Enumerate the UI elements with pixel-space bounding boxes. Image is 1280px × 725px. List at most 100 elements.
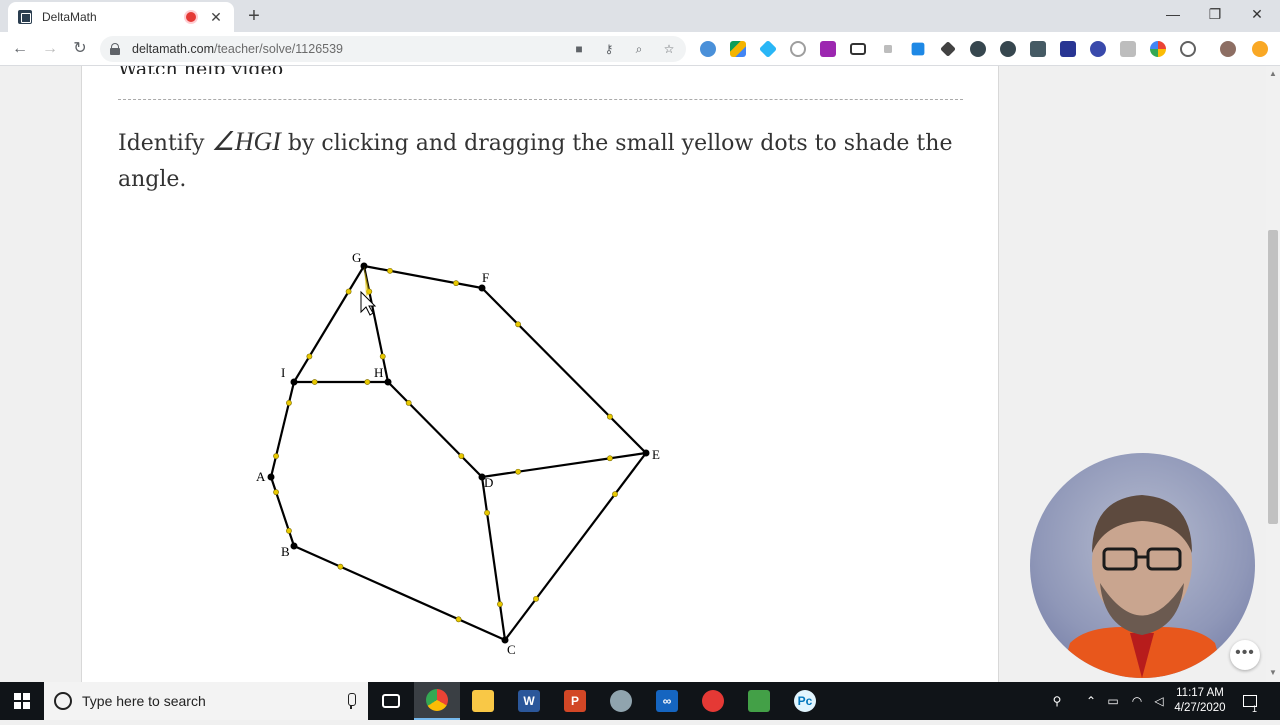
battery-icon[interactable]: ▭ [1104,682,1122,720]
yellow-drag-handle[interactable] [515,321,521,328]
yellow-drag-handle[interactable] [311,379,318,385]
yellow-drag-handle[interactable] [607,413,613,420]
yellow-drag-handle[interactable] [612,491,618,498]
profile-avatar[interactable] [1220,41,1236,57]
system-clock[interactable]: 11:17 AM 4/27/2020 [1168,686,1232,716]
extension-diamond-icon[interactable] [758,39,778,59]
scroll-up-arrow-icon[interactable]: ▲ [1269,69,1277,78]
back-arrow-icon[interactable]: ← [8,37,32,61]
new-tab-button[interactable]: + [244,4,264,28]
yellow-drag-handle[interactable] [364,379,371,385]
presenter-video [1060,495,1225,678]
point-label-I: I [281,365,285,380]
scrollbar[interactable]: ▲ ▼ [1266,66,1280,682]
yellow-drag-handle[interactable] [607,455,613,462]
google-drive-icon[interactable] [730,41,746,57]
show-hidden-icons-chevron-icon[interactable]: ⌃ [1082,682,1100,720]
update-alert-icon[interactable] [1252,41,1268,57]
forward-arrow-icon[interactable]: → [38,37,62,61]
extension-shield-icon[interactable] [970,41,986,57]
restore-button[interactable]: ❐ [1192,0,1238,30]
cast-screen-icon[interactable] [850,43,866,55]
taskbar-app-green[interactable] [736,682,782,720]
segment-HD [387,381,483,478]
point-label-F: F [482,270,489,285]
yellow-drag-handle[interactable] [453,280,459,287]
yellow-drag-handle[interactable] [273,453,279,459]
scrollbar-thumb[interactable] [1268,230,1278,524]
extension-spiral-icon[interactable] [1180,41,1196,57]
extension-shield-2-icon[interactable] [1000,41,1016,57]
extension-gray-icon[interactable] [1120,41,1136,57]
browser-tab[interactable]: DeltaMath ✕ [8,2,234,32]
notification-count: 1 [1252,704,1258,714]
extension-puzzle-icon[interactable] [820,41,836,57]
point-label-C: C [507,642,516,657]
yellow-drag-handle[interactable] [515,468,521,475]
extension-rocket-icon[interactable] [940,41,956,57]
yellow-drag-handle[interactable] [533,595,539,602]
taskbar-chrome[interactable] [414,682,460,720]
point-B [290,542,298,550]
extension-text-icon[interactable] [1060,41,1076,57]
taskbar-app-red[interactable] [690,682,736,720]
wifi-icon[interactable]: ◠ [1126,682,1148,720]
extension-square-icon[interactable] [884,45,892,53]
green-app-icon [748,690,770,712]
pc-app-icon: Pc [794,690,816,712]
address-bar[interactable]: deltamath.com/teacher/solve/1126539 ■ ⚷ … [100,36,686,62]
yellow-drag-handle[interactable] [458,453,465,459]
volume-icon[interactable]: ◁ [1150,682,1168,720]
segment-CE [504,452,647,641]
bookmark-star-icon[interactable]: ☆ [662,42,676,56]
yellow-drag-handle[interactable] [337,563,344,570]
yellow-drag-handle[interactable] [497,601,503,608]
point-E [642,449,650,457]
people-icon[interactable]: ⚲ [1046,682,1068,720]
taskbar-file-explorer[interactable] [460,682,506,720]
taskbar-powerpoint[interactable]: P [552,682,598,720]
extension-color-icon[interactable] [1150,41,1166,57]
yellow-drag-handle[interactable] [273,489,279,496]
zoom-icon[interactable]: ⌕ [632,42,646,56]
windows-start-button[interactable] [0,682,44,720]
yellow-drag-handle[interactable] [345,288,352,295]
microphone-icon[interactable] [346,693,356,709]
extension-k-icon[interactable] [1090,41,1106,57]
camera-icon[interactable]: ■ [572,42,586,56]
tab-close-button[interactable]: ✕ [208,9,224,26]
tab-title: DeltaMath [42,10,97,24]
yellow-drag-handle[interactable] [286,399,292,406]
minimize-button[interactable]: — [1150,0,1196,30]
yellow-drag-handle[interactable] [387,267,393,274]
reload-icon[interactable]: ↻ [68,37,92,61]
extension-clock-icon[interactable] [790,41,806,57]
infinity-app-icon: ∞ [656,690,678,712]
geometry-diagram[interactable]: G F I H A B D E C [83,66,998,682]
url-text: deltamath.com/teacher/solve/1126539 [132,42,344,56]
taskbar-word[interactable]: W [506,682,552,720]
yellow-drag-handle[interactable] [405,399,412,406]
extension-broadcast-icon[interactable] [700,41,716,57]
webcam-more-options-button[interactable]: ••• [1230,640,1260,670]
tab-strip: DeltaMath ✕ + — ❐ ✕ [0,0,1280,32]
segment-AB [269,476,296,547]
extension-r-icon[interactable] [911,42,925,56]
action-center-icon[interactable]: 1 [1238,682,1262,720]
taskbar-app-pc[interactable]: Pc [782,682,828,720]
taskbar-app-infinity[interactable]: ∞ [644,682,690,720]
taskbar-app-fish[interactable] [598,682,644,720]
point-label-G: G [352,250,361,265]
taskbar-search-box[interactable]: Type here to search [44,682,368,720]
extension-badge-icon[interactable] [1030,41,1046,57]
key-icon[interactable]: ⚷ [602,42,616,56]
yellow-drag-handle[interactable] [306,353,313,360]
red-app-icon [702,690,724,712]
close-window-button[interactable]: ✕ [1234,0,1280,30]
yellow-drag-handle[interactable] [379,353,386,360]
yellow-drag-handle[interactable] [455,616,462,623]
yellow-drag-handle[interactable] [484,509,490,516]
yellow-drag-handle[interactable] [286,527,292,534]
scroll-down-arrow-icon[interactable]: ▼ [1269,668,1277,677]
task-view-button[interactable] [368,682,414,720]
